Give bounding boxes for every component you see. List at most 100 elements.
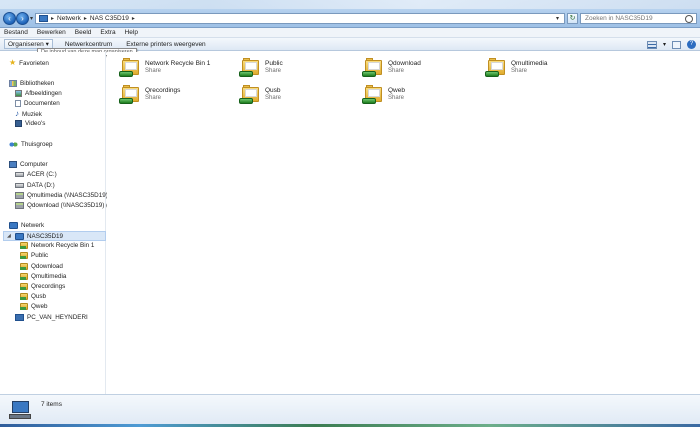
sidebar-item-label: Afbeeldingen	[25, 90, 62, 97]
sidebar-item-label: Favorieten	[19, 59, 49, 67]
network-icon	[9, 222, 18, 229]
sidebar-item-label: Thuisgroep	[21, 141, 53, 148]
sidebar-item-libraries[interactable]: Bibliotheken	[9, 80, 54, 87]
sidebar-item-share[interactable]: Qdownload	[20, 263, 63, 270]
share-item[interactable]: Qrecordings Share	[119, 85, 239, 109]
share-type: Share	[265, 95, 282, 101]
sidebar-item-label: PC_VAN_HEYNDERI	[27, 314, 88, 321]
sidebar-item-share[interactable]: Qmultimedia	[20, 273, 66, 280]
share-item[interactable]: Qusb Share	[239, 85, 359, 109]
sidebar-item-computer[interactable]: Computer	[9, 161, 48, 168]
star-icon: ★	[9, 58, 17, 67]
network-drive-icon	[15, 192, 24, 199]
share-name: Qweb	[388, 87, 405, 94]
sidebar-item-share[interactable]: Public	[20, 252, 48, 259]
network-center-button[interactable]: Netwerkcentrum	[65, 41, 112, 48]
sidebar-item-drive-y[interactable]: Qmultimedia (\\NASC35D19) (Y	[15, 192, 116, 199]
nas-icon	[15, 232, 24, 240]
details-pane: 7 items	[0, 394, 700, 427]
sidebar-item-label: Computer	[20, 161, 48, 168]
network-share-icon	[485, 58, 507, 78]
sidebar-item-share[interactable]: Qusb	[20, 293, 46, 300]
menu-help[interactable]: Help	[125, 29, 138, 36]
title-bar: ‹ › ▾ ▸ Netwerk ▸ NAS C35D19 ▸ ▾ ↻	[0, 0, 700, 28]
sidebar-item-share[interactable]: Network Recycle Bin 1	[20, 242, 94, 249]
sidebar-item-label: Netwerk	[21, 222, 45, 229]
taskbar-background-strip	[0, 0, 700, 9]
sidebar-item-share[interactable]: Qrecordings	[20, 283, 65, 290]
share-item[interactable]: Qmultimedia Share	[485, 58, 605, 82]
file-list: Network Recycle Bin 1 Share Public Share…	[107, 52, 700, 394]
chevron-right-icon[interactable]: ▸	[84, 15, 87, 22]
share-item[interactable]: Qdownload Share	[362, 58, 482, 82]
computer-icon	[15, 314, 24, 321]
sidebar-item-pictures[interactable]: Afbeeldingen	[15, 90, 62, 97]
computer-icon	[9, 161, 17, 168]
hard-drive-icon	[15, 183, 24, 188]
sidebar-item-drive-c[interactable]: ACER (C:)	[15, 171, 57, 178]
sidebar-item-label: NASC35D19	[27, 232, 64, 240]
sidebar-item-label: Qdownload	[31, 263, 63, 270]
network-share-icon	[239, 85, 261, 105]
share-item[interactable]: Public Share	[239, 58, 359, 82]
sidebar-item-documents[interactable]: Documenten	[15, 100, 60, 107]
menu-edit[interactable]: Bewerken	[37, 29, 66, 36]
network-icon	[39, 15, 48, 22]
address-dropdown-icon[interactable]: ▾	[556, 15, 559, 22]
share-name: Qdownload	[388, 60, 421, 67]
share-type: Share	[388, 95, 405, 101]
menu-bar: Bestand Bewerken Beeld Extra Help	[0, 28, 700, 38]
recent-pages-dropdown-icon[interactable]: ▾	[30, 15, 33, 22]
share-name: Public	[265, 60, 283, 67]
sidebar-item-label: Qweb	[31, 303, 48, 310]
external-printers-button[interactable]: Externe printers weergeven	[126, 41, 206, 48]
sidebar-item-pc[interactable]: PC_VAN_HEYNDERI	[15, 314, 88, 321]
hard-drive-icon	[15, 172, 24, 177]
share-type: Share	[145, 68, 162, 74]
sidebar-item-label: ACER (C:)	[27, 171, 57, 178]
sidebar-item-share[interactable]: Qweb	[20, 303, 47, 310]
pictures-icon	[15, 90, 22, 97]
chevron-right-icon[interactable]: ▸	[132, 15, 135, 22]
sidebar-item-label: Bibliotheken	[20, 80, 55, 87]
search-icon[interactable]	[685, 14, 693, 23]
help-icon[interactable]: ?	[687, 40, 696, 49]
sidebar-item-homegroup[interactable]: Thuisgroep	[9, 141, 53, 148]
sidebar-item-network[interactable]: Netwerk	[9, 222, 44, 229]
view-dropdown-icon[interactable]: ▾	[663, 41, 666, 48]
forward-button[interactable]: ›	[16, 12, 29, 25]
navigation-pane: ★ Favorieten Bibliotheken Afbeeldingen D…	[0, 52, 116, 394]
address-bar[interactable]: ▸ Netwerk ▸ NAS C35D19 ▸	[35, 13, 565, 24]
sidebar-item-videos[interactable]: Video's	[15, 120, 45, 127]
share-name: Network Recycle Bin 1	[145, 60, 211, 67]
sidebar-item-favorites[interactable]: ★ Favorieten	[9, 59, 49, 67]
change-view-icon[interactable]	[646, 40, 657, 49]
menu-file[interactable]: Bestand	[4, 29, 28, 36]
network-share-icon	[20, 263, 28, 270]
preview-pane-icon[interactable]	[672, 40, 681, 49]
breadcrumb-nas[interactable]: NAS C35D19	[90, 15, 129, 22]
sidebar-item-drive-d[interactable]: DATA (D:)	[15, 182, 55, 189]
breadcrumb-network[interactable]: Netwerk	[57, 15, 81, 22]
sidebar-item-label: Documenten	[24, 100, 60, 107]
chevron-right-icon[interactable]: ▸	[51, 15, 54, 22]
library-icon	[9, 80, 17, 87]
network-computer-icon	[9, 401, 31, 421]
sidebar-item-drive-z[interactable]: Qdownload (\\NASC35D19) (Z:)	[15, 202, 116, 209]
menu-tools[interactable]: Extra	[100, 29, 115, 36]
item-count: 7 items	[41, 401, 62, 408]
sidebar-item-label: Qrecordings	[31, 283, 66, 290]
menu-view[interactable]: Beeld	[75, 29, 92, 36]
sidebar-item-music[interactable]: ♪ Muziek	[15, 110, 42, 118]
share-type: Share	[388, 68, 405, 74]
expanded-triangle-icon[interactable]: ◢	[7, 233, 12, 239]
share-type: Share	[265, 68, 282, 74]
network-share-icon	[20, 283, 28, 290]
search-box[interactable]	[580, 13, 697, 24]
share-item[interactable]: Network Recycle Bin 1 Share	[119, 58, 239, 82]
back-button[interactable]: ‹	[3, 12, 16, 25]
refresh-button[interactable]: ↻	[567, 13, 578, 24]
share-item[interactable]: Qweb Share	[362, 85, 482, 109]
sidebar-item-nas[interactable]: ◢ NASC35D19	[3, 231, 106, 241]
search-input[interactable]	[585, 15, 680, 22]
